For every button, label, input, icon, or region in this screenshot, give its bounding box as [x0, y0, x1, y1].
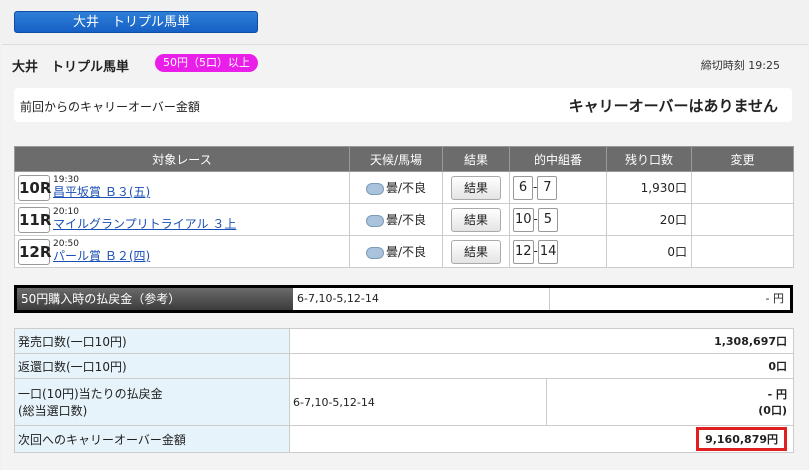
first-number: 10: [513, 207, 534, 232]
result-cell: 結果: [442, 171, 510, 204]
cloudy-icon: [365, 182, 384, 195]
race-title: 大井 トリプル馬単: [12, 60, 130, 75]
weather-text: 曇/不良: [385, 181, 427, 195]
page-tab-title[interactable]: 大井 トリプル馬単: [14, 11, 258, 33]
result-cell: 結果: [442, 203, 510, 236]
first-number: 12: [513, 239, 534, 264]
race-cell: 10R 19:30 昌平坂賞 Ｂ３(五): [14, 171, 350, 204]
col-target-race: 対象レース: [14, 146, 350, 172]
reference-combo: 6-7,10-5,12-14: [295, 288, 550, 310]
weather-cell: 曇/不良: [349, 203, 443, 236]
sold-value: 1,308,697口: [289, 328, 794, 354]
payout-value-cell: - 円 (0口): [546, 378, 794, 426]
race-name-link[interactable]: パール賞 Ｂ２(四): [53, 249, 150, 264]
result-button[interactable]: 結果: [451, 207, 501, 232]
race-cell: 12R 20:50 パール賞 Ｂ２(四): [14, 235, 350, 268]
change-cell: [691, 235, 794, 268]
result-button[interactable]: 結果: [451, 175, 501, 200]
sold-label: 発売口数(一口10円): [14, 328, 290, 354]
target-races-table: 対象レース 天候/馬場 結果 的中組番 残り口数 変更 10R 19:30 昌平坂賞…: [14, 146, 794, 268]
weather-cell: 曇/不良: [349, 171, 443, 204]
sales-table: 発売口数(一口10円) 1,308,697口 返還口数(一口10円) 0口 一口…: [14, 328, 794, 453]
winning-combo-cell: 12-14: [509, 235, 607, 268]
first-number: 6: [513, 175, 533, 200]
min-bet-badge: 50円（5口）以上: [155, 54, 258, 72]
race-number: 12R: [18, 238, 51, 265]
table-row: 返還口数(一口10円) 0口: [14, 353, 794, 379]
race-number: 10R: [18, 174, 51, 201]
col-winning-combo: 的中組番: [509, 146, 607, 172]
race-time: 20:50: [53, 239, 79, 249]
table-row: 次回へのキャリーオーバー金額 9,160,879円: [14, 425, 794, 453]
next-carryover-cell: 9,160,879円: [289, 425, 794, 453]
table-row: 一口(10円)当たりの払戻金 (総当選口数) 6-7,10-5,12-14 - 円…: [14, 378, 794, 426]
race-header: 大井 トリプル馬単 50円（5口）以上 締切時刻 19:25: [12, 54, 792, 75]
payout-combo: 6-7,10-5,12-14: [289, 378, 547, 426]
result-cell: 結果: [442, 235, 510, 268]
race-time: 20:10: [53, 207, 79, 217]
table-row: 発売口数(一口10円) 1,308,697口: [14, 328, 794, 354]
result-button[interactable]: 結果: [451, 239, 501, 264]
race-cell: 11R 20:10 マイルグランプリトライアル ３上: [14, 203, 350, 236]
race-number: 11R: [18, 206, 51, 233]
payout-label-cell: 一口(10円)当たりの払戻金 (総当選口数): [14, 378, 290, 426]
refund-label: 返還口数(一口10円): [14, 353, 290, 379]
payout-value: - 円: [767, 388, 787, 401]
payout-count: (0口): [758, 404, 787, 417]
races-header-row: 対象レース 天候/馬場 結果 的中組番 残り口数 変更: [14, 146, 794, 172]
payout-label: 一口(10円)当たりの払戻金: [18, 387, 163, 401]
weather-cell: 曇/不良: [349, 235, 443, 268]
weather-text: 曇/不良: [385, 213, 427, 227]
deadline-time: 締切時刻 19:25: [700, 59, 780, 72]
table-row: 11R 20:10 マイルグランプリトライアル ３上 曇/不良 結果 10-5 20…: [14, 203, 794, 236]
reference-payout: - 円: [765, 292, 784, 305]
reference-label: 50円購入時の払戻金（参考）: [17, 288, 293, 310]
change-cell: [691, 203, 794, 236]
carryover-box: 前回からのキャリーオーバー金額 キャリーオーバーはありません: [14, 88, 792, 122]
col-change: 変更: [691, 146, 794, 172]
col-weather: 天候/馬場: [349, 146, 443, 172]
table-row: 10R 19:30 昌平坂賞 Ｂ３(五) 曇/不良 結果 6-7 1,930口: [14, 171, 794, 204]
winning-combo-cell: 6-7: [509, 171, 607, 204]
cloudy-icon: [365, 246, 384, 259]
race-name-link[interactable]: マイルグランプリトライアル ３上: [53, 217, 236, 232]
payout-count-label: (総当選口数): [18, 404, 88, 418]
table-row: 12R 20:50 パール賞 Ｂ２(四) 曇/不良 結果 12-14 0口: [14, 235, 794, 268]
remaining-count: 20口: [606, 203, 692, 236]
col-result: 結果: [442, 146, 510, 172]
remaining-count: 1,930口: [606, 171, 692, 204]
race-name-link[interactable]: 昌平坂賞 Ｂ３(五): [53, 185, 150, 200]
second-number: 5: [537, 207, 558, 232]
second-number: 14: [537, 239, 559, 264]
carryover-value: キャリーオーバーはありません: [568, 97, 778, 115]
cloudy-icon: [365, 214, 384, 227]
change-cell: [691, 171, 794, 204]
next-carryover-value: 9,160,879円: [696, 427, 787, 451]
remaining-count: 0口: [606, 235, 692, 268]
race-time: 19:30: [53, 175, 79, 185]
col-remaining: 残り口数: [606, 146, 692, 172]
next-carryover-label: 次回へのキャリーオーバー金額: [14, 425, 290, 453]
weather-text: 曇/不良: [385, 245, 427, 259]
winning-combo-cell: 10-5: [509, 203, 607, 236]
reference-payout-box: 50円購入時の払戻金（参考） 6-7,10-5,12-14 - 円: [14, 285, 793, 313]
refund-value: 0口: [289, 353, 794, 379]
second-number: 7: [537, 175, 558, 200]
carryover-label: 前回からのキャリーオーバー金額: [20, 100, 200, 114]
